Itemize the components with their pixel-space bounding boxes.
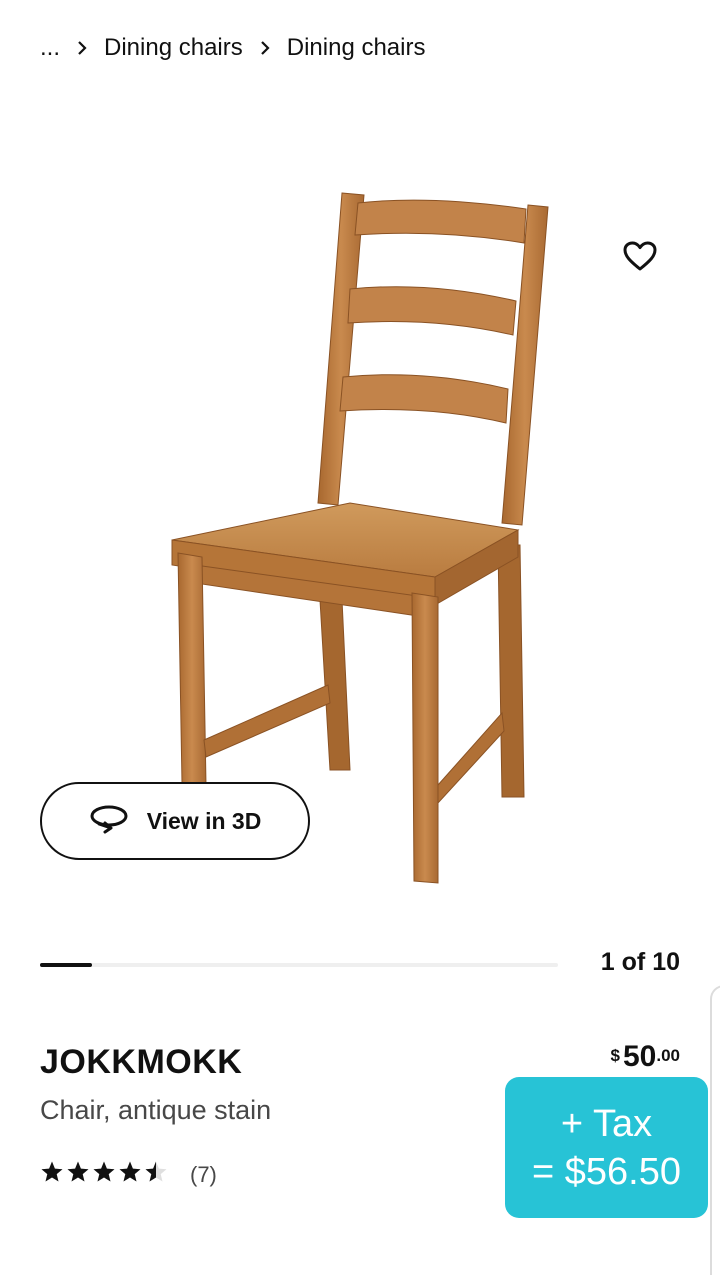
star-icon <box>40 1160 64 1189</box>
heart-outline-icon <box>622 240 658 277</box>
star-icon <box>66 1160 90 1189</box>
tax-overlay: + Tax = $56.50 <box>505 1077 708 1218</box>
image-counter: 1 of 10 <box>600 948 680 976</box>
product-description: Chair, antique stain <box>40 1095 272 1125</box>
chevron-right-icon <box>243 37 287 60</box>
image-progress-track <box>40 963 558 967</box>
price-integer: 50 <box>622 1040 657 1073</box>
star-icon <box>92 1160 116 1189</box>
breadcrumb-item-dining-chairs-current[interactable]: Dining chairs <box>287 34 426 62</box>
product-price: $ 50 .00 <box>611 1040 680 1074</box>
tax-line-2: = $56.50 <box>532 1150 681 1193</box>
price-currency: $ <box>610 1046 620 1065</box>
rating-stars <box>40 1160 168 1189</box>
product-rating[interactable]: (7) <box>40 1160 217 1189</box>
review-count: (7) <box>190 1161 217 1187</box>
image-progress-fill <box>40 963 92 967</box>
star-icon <box>144 1160 168 1189</box>
scroll-edge <box>710 985 720 1275</box>
product-name: JOKKMOKK <box>40 1043 243 1081</box>
chevron-right-icon <box>60 37 104 60</box>
breadcrumb-ellipsis[interactable]: ... <box>40 34 60 62</box>
breadcrumb-item-dining-chairs[interactable]: Dining chairs <box>104 34 243 62</box>
view-in-3d-button[interactable]: View in 3D <box>40 782 310 860</box>
price-decimal: .00 <box>656 1046 680 1065</box>
tax-line-1: + Tax <box>560 1102 653 1145</box>
view-in-3d-label: View in 3D <box>146 807 262 834</box>
breadcrumb: ... Dining chairs Dining chairs <box>40 28 425 68</box>
favorite-button[interactable] <box>618 236 662 280</box>
star-icon <box>118 1160 142 1189</box>
rotate-3d-icon <box>89 804 129 839</box>
